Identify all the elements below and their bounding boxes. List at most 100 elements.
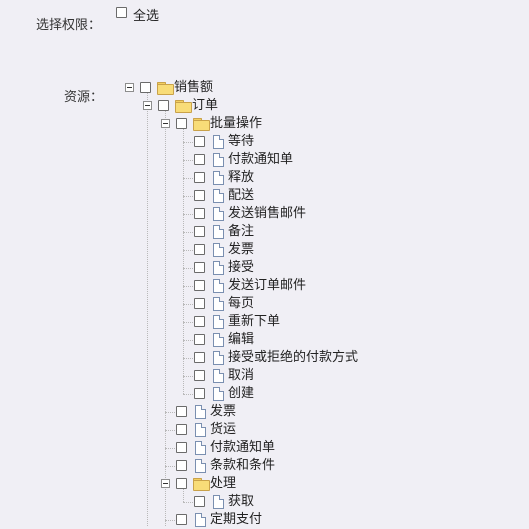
collapse-toggle-icon[interactable]	[161, 479, 170, 488]
tree-branch-line	[183, 502, 193, 503]
page-icon	[195, 459, 206, 473]
tree-node-checkbox[interactable]	[194, 190, 205, 201]
page-icon	[213, 189, 224, 203]
tree-node-checkbox[interactable]	[194, 226, 205, 237]
tree-node-label: 每页	[228, 296, 255, 311]
tree-node[interactable]: 发票	[0, 403, 529, 421]
tree-node[interactable]: 备注	[0, 223, 529, 241]
tree-node-label: 取消	[228, 368, 255, 383]
tree-node[interactable]: 接受或拒绝的付款方式	[0, 349, 529, 367]
tree-node[interactable]: 等待	[0, 133, 529, 151]
tree-node[interactable]: 处理	[0, 475, 529, 493]
tree-node-checkbox[interactable]	[140, 82, 151, 93]
page-icon	[195, 423, 206, 437]
page-icon	[213, 351, 224, 365]
tree-node[interactable]: 取消	[0, 367, 529, 385]
tree-node-label: 发送销售邮件	[228, 206, 307, 221]
page-icon	[195, 405, 206, 419]
tree-node-checkbox[interactable]	[176, 118, 187, 129]
tree-node-checkbox[interactable]	[194, 388, 205, 399]
tree-node[interactable]: 每页	[0, 295, 529, 313]
tree-branch-line	[183, 340, 193, 341]
tree-node[interactable]: 销售额	[0, 79, 529, 97]
folder-icon	[193, 118, 210, 131]
tree-node[interactable]: 获取	[0, 493, 529, 511]
tree-node-checkbox[interactable]	[176, 478, 187, 489]
tree-node-checkbox[interactable]	[194, 352, 205, 363]
tree-branch-line	[165, 466, 175, 467]
tree-node[interactable]: 创建	[0, 385, 529, 403]
tree-node-checkbox[interactable]	[194, 136, 205, 147]
page-icon	[213, 387, 224, 401]
page-icon	[195, 513, 206, 527]
tree-branch-line	[183, 250, 193, 251]
tree-node-label: 条款和条件	[210, 458, 276, 473]
tree-node[interactable]: 重新下单	[0, 313, 529, 331]
tree-node-checkbox[interactable]	[176, 406, 187, 417]
tree-node-checkbox[interactable]	[194, 496, 205, 507]
tree-node[interactable]: 配送	[0, 187, 529, 205]
tree-node-checkbox[interactable]	[176, 424, 187, 435]
collapse-toggle-icon[interactable]	[161, 119, 170, 128]
tree-node-label: 销售额	[174, 80, 214, 95]
tree-node-checkbox[interactable]	[194, 298, 205, 309]
tree-node-label: 批量操作	[210, 116, 263, 131]
tree-node[interactable]: 发送订单邮件	[0, 277, 529, 295]
tree-node[interactable]: 条款和条件	[0, 457, 529, 475]
tree-node-checkbox[interactable]	[176, 460, 187, 471]
folder-icon	[193, 478, 210, 491]
tree-node[interactable]: 付款通知单	[0, 151, 529, 169]
tree-node-label: 处理	[210, 476, 237, 491]
tree-node-checkbox[interactable]	[194, 334, 205, 345]
tree-node-label: 订单	[192, 98, 219, 113]
page-icon	[213, 243, 224, 257]
page-icon	[213, 315, 224, 329]
tree-node-checkbox[interactable]	[158, 100, 169, 111]
tree-node-label: 重新下单	[228, 314, 281, 329]
page-icon	[213, 171, 224, 185]
tree-node-label: 等待	[228, 134, 255, 149]
tree-node-checkbox[interactable]	[176, 514, 187, 525]
tree-node-label: 备注	[228, 224, 255, 239]
tree-branch-line	[165, 520, 175, 521]
tree-node-checkbox[interactable]	[194, 280, 205, 291]
page-icon	[213, 369, 224, 383]
page-icon	[213, 279, 224, 293]
tree-branch-line	[183, 232, 193, 233]
tree-node-checkbox[interactable]	[194, 370, 205, 381]
tree-node[interactable]: 批量操作	[0, 115, 529, 133]
tree-node-label: 创建	[228, 386, 255, 401]
tree-branch-line	[165, 448, 175, 449]
tree-node[interactable]: 货运	[0, 421, 529, 439]
tree-node-label: 编辑	[228, 332, 255, 347]
tree-node-checkbox[interactable]	[194, 316, 205, 327]
folder-icon	[175, 100, 192, 113]
tree-node[interactable]: 发送销售邮件	[0, 205, 529, 223]
tree-node-checkbox[interactable]	[194, 262, 205, 273]
collapse-toggle-icon[interactable]	[143, 101, 152, 110]
collapse-toggle-icon[interactable]	[125, 83, 134, 92]
tree-node-checkbox[interactable]	[176, 442, 187, 453]
tree-node-checkbox[interactable]	[194, 172, 205, 183]
page-icon	[213, 333, 224, 347]
tree-node[interactable]: 接受	[0, 259, 529, 277]
tree-node-label: 付款通知单	[210, 440, 276, 455]
tree-node-checkbox[interactable]	[194, 244, 205, 255]
tree-node-checkbox[interactable]	[194, 154, 205, 165]
tree-node-label: 付款通知单	[228, 152, 294, 167]
tree-branch-line	[183, 178, 193, 179]
tree-node[interactable]: 订单	[0, 97, 529, 115]
tree-node[interactable]: 编辑	[0, 331, 529, 349]
tree-node-checkbox[interactable]	[194, 208, 205, 219]
tree-node-label: 发票	[228, 242, 255, 257]
tree-branch-line	[165, 430, 175, 431]
tree-node-label: 接受或拒绝的付款方式	[228, 350, 359, 365]
tree-node[interactable]: 发票	[0, 241, 529, 259]
tree-node-label: 获取	[228, 494, 255, 509]
tree-branch-line	[183, 142, 193, 143]
tree-node[interactable]: 定期支付	[0, 511, 529, 529]
tree-node[interactable]: 释放	[0, 169, 529, 187]
page-icon	[213, 495, 224, 509]
tree-node[interactable]: 付款通知单	[0, 439, 529, 457]
page-icon	[213, 135, 224, 149]
